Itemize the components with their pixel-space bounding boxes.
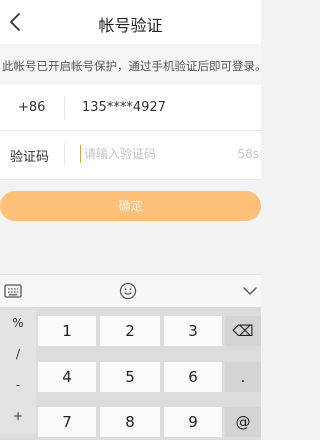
key-dot[interactable]: . — [225, 362, 261, 392]
text-cursor — [80, 145, 81, 163]
emoji-icon[interactable] — [118, 281, 138, 301]
divider — [64, 97, 65, 119]
masked-phone-number: 135****4927 — [82, 100, 166, 115]
divider — [0, 179, 261, 180]
verification-code-input[interactable] — [84, 143, 224, 165]
key-8[interactable]: 8 — [100, 407, 160, 437]
notice-text: 此帐号已开启帐号保护，通过手机验证后即可登录。 — [2, 59, 267, 73]
nav-bar: 帐号验证 — [0, 0, 261, 44]
divider — [64, 143, 65, 165]
resend-countdown: 58s — [237, 147, 259, 161]
code-label: 验证码 — [10, 150, 50, 165]
key-at[interactable]: @ — [225, 407, 261, 437]
key-slash[interactable]: / — [0, 341, 36, 372]
key-percent[interactable]: % — [0, 310, 36, 341]
keyboard-toolbar — [0, 274, 261, 307]
key-9[interactable]: 9 — [164, 407, 222, 437]
key-5[interactable]: 5 — [100, 362, 160, 392]
chevron-down-icon[interactable] — [240, 281, 260, 301]
protection-notice: 此帐号已开启帐号保护，通过手机验证后即可登录。 — [0, 44, 267, 85]
country-code: +86 — [18, 100, 46, 115]
key-6[interactable]: 6 — [164, 362, 222, 392]
phone-row: +86 135****4927 — [0, 85, 261, 133]
key-4[interactable]: 4 — [38, 362, 96, 392]
key-plus[interactable]: + — [0, 403, 36, 434]
key-1[interactable]: 1 — [38, 316, 96, 346]
page-title: 帐号验证 — [98, 16, 163, 35]
numeric-keypad: % / - + 1 2 3 ⌫ 4 5 6 . 7 8 9 @ — [0, 307, 261, 440]
verification-code-row: 验证码 58s — [0, 131, 261, 179]
key-minus[interactable]: - — [0, 372, 36, 403]
confirm-button[interactable]: 确定 — [0, 191, 261, 221]
key-2[interactable]: 2 — [100, 316, 160, 346]
keyboard-icon[interactable] — [3, 281, 23, 301]
key-backspace[interactable]: ⌫ — [225, 316, 261, 346]
key-3[interactable]: 3 — [164, 316, 222, 346]
key-7[interactable]: 7 — [38, 407, 96, 437]
